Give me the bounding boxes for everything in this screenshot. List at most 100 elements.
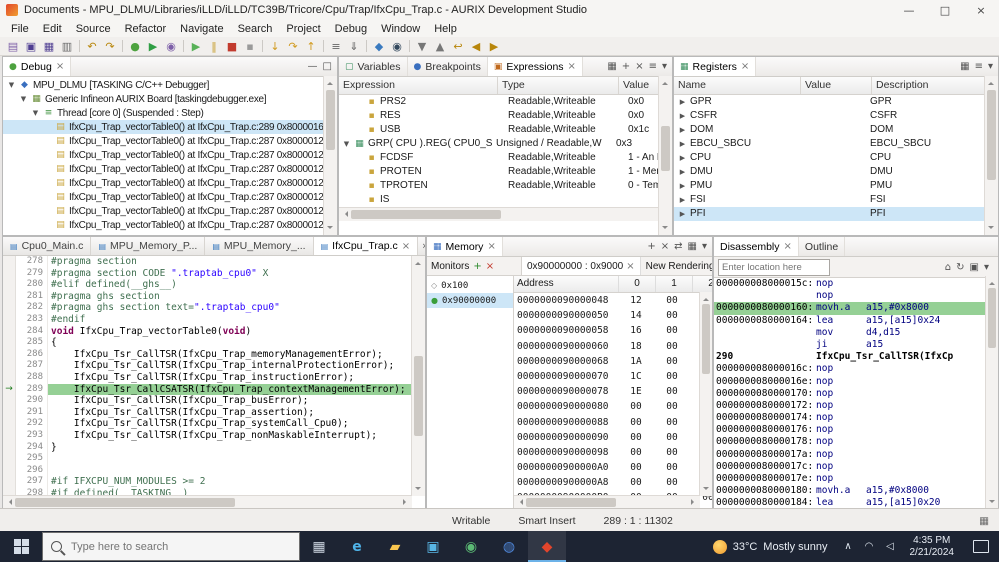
disassembly-line[interactable]: 0000000080000180: movh.a a15,#0x8000 [714, 485, 998, 497]
network-icon[interactable]: ◠ [859, 541, 880, 552]
expander-icon[interactable]: ▶ [678, 137, 687, 151]
editor-vertical-scrollbar[interactable] [411, 256, 425, 496]
code-line[interactable]: #elif defined(__ghs__) [48, 279, 425, 291]
maximize-button[interactable]: □ [927, 0, 963, 20]
FSI[interactable]: ▶ FSI FSI [674, 193, 998, 207]
aurix-ds-icon[interactable]: ◆ [528, 531, 566, 562]
expander-icon[interactable]: ▶ [678, 207, 687, 221]
memory-row[interactable]: 0000000090000070 1C 00 00 00 [514, 369, 712, 384]
disassembly-line[interactable]: 000000008000015c: nop [714, 278, 998, 290]
run-icon[interactable]: ▶ [144, 39, 162, 54]
GPR[interactable]: ▶ GPR GPR [674, 95, 998, 109]
expander-icon[interactable]: ▶ [678, 109, 687, 123]
expressions-horizontal-scrollbar[interactable] [339, 207, 672, 221]
taskbar-clock[interactable]: 4:35 PM 2/21/2024 [901, 535, 964, 559]
drop-to-frame-icon[interactable]: ⇓ [345, 39, 363, 54]
step-over-icon[interactable]: ↷ [284, 39, 302, 54]
disassembly-line[interactable]: 000000008000017a: nop [714, 449, 998, 461]
close-icon[interactable]: × [568, 61, 576, 72]
print-icon[interactable]: ▥ [58, 39, 76, 54]
switch-layout-icon[interactable]: ▦ [688, 241, 697, 252]
edge-icon[interactable]: e [338, 531, 376, 562]
link-renderings-icon[interactable]: ⇄ [674, 241, 682, 252]
code-line[interactable]: #pragma ghs section text=".traptab_cpu0" [48, 302, 425, 314]
code-line[interactable]: #pragma ghs section [48, 291, 425, 303]
disassembly-line[interactable]: 0000000080000178: nop [714, 436, 998, 448]
suspend-icon[interactable]: ‖ [205, 39, 223, 54]
menu-item[interactable]: Help [427, 22, 464, 36]
PMU[interactable]: ▶ PMU PMU [674, 179, 998, 193]
menu-item[interactable]: Debug [328, 22, 374, 36]
editor-tab[interactable]: ▤ Cpu0_Main.c × [3, 237, 92, 255]
expander-icon[interactable]: ▼ [342, 137, 351, 151]
debug-tree-item[interactable]: ▤ IfxCpu_Trap_vectorTable0() at IfxCpu_T… [3, 120, 337, 134]
disassembly-line[interactable]: 000000008000016e: nop [714, 376, 998, 388]
volume-icon[interactable]: ◁ [880, 541, 901, 552]
code-line[interactable]: IfxCpu_Tsr_CallTSR(IfxCpu_Trap_memoryMan… [48, 349, 425, 361]
home-icon[interactable]: ⌂ [945, 262, 951, 273]
column-value[interactable]: Value [801, 77, 872, 94]
disconnect-icon[interactable]: ▪ [241, 39, 259, 54]
expression-row[interactable]: ▪ RES Readable,Writeable 0x0 [339, 109, 672, 123]
tray-expand-icon[interactable]: ∧ [838, 541, 859, 552]
new-memory-monitor-icon[interactable]: + [647, 241, 655, 252]
code-line[interactable]: #endif [48, 314, 425, 326]
start-button[interactable] [0, 531, 42, 562]
code-line[interactable]: } [48, 442, 425, 454]
search-icon[interactable]: ◉ [388, 39, 406, 54]
disassembly-line[interactable]: 0000000080000172: nop [714, 400, 998, 412]
expression-row[interactable]: ▪ PRS2 Readable,Writeable 0x0 [339, 95, 672, 109]
minimize-button[interactable]: — [891, 0, 927, 20]
debug-icon[interactable]: ● [126, 39, 144, 54]
menu-item[interactable]: Navigate [173, 22, 230, 36]
memory-row[interactable]: 0000000090000078 1E 00 00 00 [514, 384, 712, 399]
debug-tree-item[interactable]: ▤ IfxCpu_Trap_vectorTable0() at IfxCpu_T… [3, 134, 337, 148]
disassembly-line[interactable]: 290 IfxCpu_Tsr_CallTSR(IfxCp [714, 351, 998, 363]
add-expression-icon[interactable]: + [622, 61, 630, 72]
memory-row[interactable]: 0000000090000098 00 00 00 00 [514, 445, 712, 460]
show-type-names-icon[interactable]: ▦ [607, 61, 616, 72]
menu-item[interactable]: Refactor [118, 22, 174, 36]
remove-monitor-icon[interactable]: × [486, 261, 494, 272]
debug-tree-item[interactable]: ▤ IfxCpu_Trap_vectorTable0() at IfxCpu_T… [3, 204, 337, 218]
debug-tree-item[interactable]: ▼ ▦ Generic Infineon AURIX Board [taskin… [3, 92, 337, 106]
expander-icon[interactable]: ▼ [19, 95, 28, 103]
code-line[interactable]: IfxCpu_Tsr_CallTSR(IfxCpu_Trap_internalP… [48, 360, 425, 372]
file-explorer-icon[interactable]: ▰ [376, 531, 414, 562]
expression-row[interactable]: ▪ PROTEN Readable,Writeable 1 - Memory [339, 165, 672, 179]
expander-icon[interactable]: ▼ [31, 109, 40, 117]
code-line[interactable] [48, 453, 425, 465]
disassembly-line[interactable]: ji a15 [714, 339, 998, 351]
editor-tab[interactable]: ▤ IfxCpu_Trap.c × [313, 237, 419, 255]
registers-vertical-scrollbar[interactable] [984, 76, 998, 235]
save-all-icon[interactable]: ▦ [40, 39, 58, 54]
last-edit-location-icon[interactable]: ↩ [449, 39, 467, 54]
status-notification-icon[interactable]: ▦ [979, 515, 999, 527]
search-input[interactable] [69, 539, 258, 554]
rendering-tab[interactable]: New Renderings... × [641, 257, 712, 275]
memory-row[interactable]: 00000000900000A8 00 00 00 00 [514, 475, 712, 490]
tab-debug[interactable]: ● Debug × [3, 57, 72, 76]
disassembly-line[interactable]: 0000000080000160: movh.a a15,#0x8000 [714, 302, 998, 315]
disassembly-location-input[interactable] [718, 258, 830, 276]
memory-row[interactable]: 00000000900000A0 00 00 00 00 [514, 460, 712, 475]
expander-icon[interactable]: ▶ [678, 123, 687, 137]
terminate-icon[interactable]: ■ [223, 39, 241, 54]
menu-item[interactable]: Window [374, 22, 427, 36]
disassembly-line[interactable]: nop [714, 290, 998, 302]
disassembly-line[interactable]: 0000000080000164: lea a15,[a15]0x24 [714, 315, 998, 327]
column-type[interactable]: Type [498, 77, 619, 94]
view-tab[interactable]: ● Breakpoints × [408, 57, 488, 76]
memory-row[interactable]: 0000000090000050 14 00 00 00 [514, 308, 712, 323]
memory-row[interactable]: 0000000090000080 00 00 00 00 [514, 399, 712, 414]
expression-row[interactable]: ▪ TPROTEN Readable,Writeable 0 - Tempora [339, 179, 672, 193]
expander-icon[interactable]: ▶ [678, 95, 687, 109]
expression-row[interactable]: ▪ FCDSF Readable,Writeable 1 - An FCD [339, 151, 672, 165]
close-icon[interactable]: × [626, 261, 634, 272]
new-wizard-icon[interactable]: ◆ [370, 39, 388, 54]
view-tab[interactable]: Disassembly × [714, 237, 799, 256]
view-tab[interactable]: ▢ Variables × [339, 57, 408, 76]
debug-tree-item[interactable]: ▼ ◆ MPU_DLMU [TASKING C/C++ Debugger] [3, 78, 337, 92]
chrome-icon[interactable]: ◉ [452, 531, 490, 562]
action-center-button[interactable] [963, 540, 999, 553]
